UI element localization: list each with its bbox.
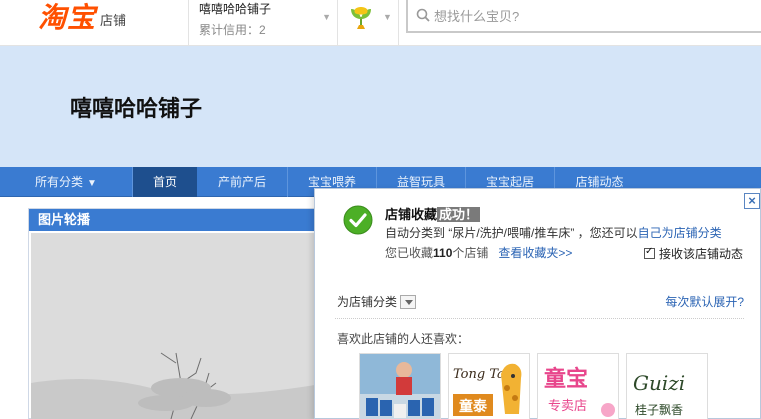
favorites-count-suffix: 个店铺 — [452, 246, 489, 260]
search-box — [406, 0, 761, 33]
tongtai-brand-top: Tong Tai — [453, 367, 509, 382]
recommended-shops: Tong Tai 童泰 童宝 专卖店 Guizi 桂子飘香 — [359, 353, 715, 419]
receive-updates-label: 接收该店铺动态 — [659, 247, 744, 261]
favorites-count-prefix: 您已收藏 — [385, 246, 434, 260]
tongbao-logo: 童宝 专卖店 — [538, 354, 618, 419]
popup-title-highlight: 成功！ — [437, 207, 481, 222]
popup-title-prefix: 店铺收藏 — [385, 207, 438, 222]
auto-category-text: 自动分类到 “尿片/洗护/喂哺/推车床” ，您还可以 — [385, 226, 638, 240]
chevron-down-icon: ▼ — [383, 12, 392, 22]
shop-banner: 嘻嘻哈哈铺子 — [0, 46, 761, 167]
favorite-success-popup: × 店铺收藏 成功！ 自动分类到 “尿片/洗护/喂哺/推车床” ，您还可以自己为店… — [314, 188, 761, 419]
chevron-down-icon: ▼ — [322, 12, 331, 22]
default-expand-link[interactable]: 每次默认展开? — [665, 293, 744, 310]
logo-sub-text: 店铺 — [100, 13, 127, 28]
seller-level-badge-icon — [351, 7, 371, 29]
guizi-logo: Guizi 桂子飘香 — [627, 354, 707, 419]
image-carousel-panel: 图片轮播 — [28, 208, 328, 419]
view-favorites-link[interactable]: 查看收藏夹>> — [498, 246, 572, 260]
shop-credit: 累计信用：2 — [199, 23, 266, 37]
logo-main-text: 淘宝 — [38, 2, 97, 33]
top-bar: 淘宝 店铺 嘻嘻哈哈铺子 累计信用：2 ▼ ▼ — [0, 0, 761, 46]
taobao-logo[interactable]: 淘宝 店铺 — [38, 0, 126, 34]
tongbao-brand-cn: 童宝 — [544, 366, 588, 392]
popup-title: 店铺收藏 成功！ — [385, 204, 481, 223]
search-input[interactable] — [434, 4, 734, 28]
also-like-label: 喜欢此店铺的人还喜欢： — [337, 332, 470, 346]
shop-info-dropdown[interactable]: 嘻嘻哈哈铺子 累计信用：2 ▼ — [188, 0, 338, 46]
divider — [335, 318, 744, 319]
shop-name: 嘻嘻哈哈铺子 — [199, 2, 272, 16]
category-label: 为店铺分类 — [337, 295, 398, 309]
dropdown-arrow-icon: ▼ — [87, 178, 97, 189]
recommended-shop-guizi[interactable]: Guizi 桂子飘香 — [626, 353, 708, 419]
guizi-brand-cn: 桂子飘香 — [635, 402, 683, 417]
tongtai-brand-cn: 童泰 — [459, 398, 488, 415]
snow-scene-illustration — [31, 233, 327, 419]
recommended-shop-tongtai[interactable]: Tong Tai 童泰 — [448, 353, 530, 419]
recommended-shop-tongbao[interactable]: 童宝 专卖店 — [537, 353, 619, 419]
custom-category-link[interactable]: 自己为店铺分类 — [638, 226, 722, 240]
receive-updates-checkbox[interactable] — [644, 246, 655, 259]
auto-category-message: 自动分类到 “尿片/洗护/喂哺/推车床” ，您还可以自己为店铺分类 — [385, 224, 722, 241]
nav-prenatal-postnatal[interactable]: 产前产后 — [197, 167, 288, 197]
nav-home[interactable]: 首页 — [133, 167, 197, 197]
baby-photo-image — [360, 354, 440, 419]
favorites-count: 110 — [433, 246, 453, 260]
success-check-icon — [343, 205, 373, 235]
tongtai-logo: Tong Tai 童泰 — [449, 354, 529, 419]
carousel-title: 图片轮播 — [29, 209, 327, 231]
receive-updates-toggle[interactable]: 接收该店铺动态 — [644, 245, 743, 262]
search-icon — [416, 8, 430, 22]
recommended-shop-baby-photo[interactable] — [359, 353, 441, 419]
tongbao-brand-sub: 专卖店 — [548, 399, 587, 414]
nav-all-categories[interactable]: 所有分类 ▼ — [0, 167, 133, 197]
guizi-brand-top: Guizi — [633, 371, 685, 395]
shop-banner-title: 嘻嘻哈哈铺子 — [70, 97, 203, 122]
favorites-count-message: 您已收藏110个店铺 查看收藏夹>> — [385, 244, 572, 261]
close-icon[interactable]: × — [744, 193, 760, 209]
category-dropdown[interactable] — [400, 294, 417, 309]
carousel-image[interactable] — [31, 233, 327, 419]
seller-badge-dropdown[interactable]: ▼ — [339, 0, 399, 46]
nav-item-label: 所有分类 — [35, 175, 84, 189]
category-select-row: 为店铺分类 — [337, 293, 417, 310]
